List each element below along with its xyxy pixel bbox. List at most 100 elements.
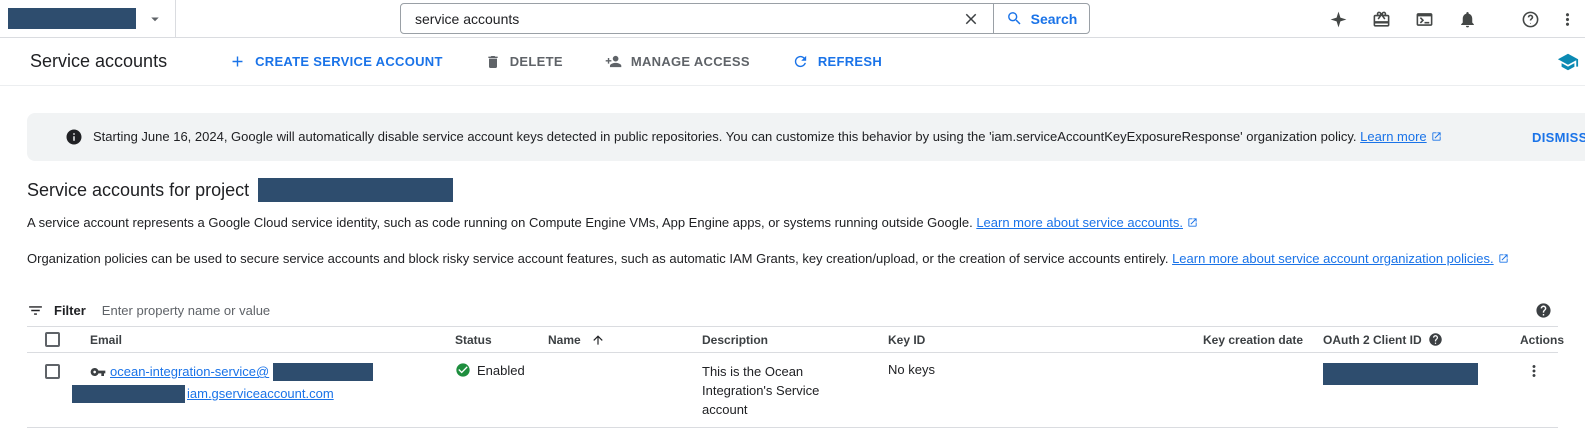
trash-icon [485, 54, 501, 70]
project-name-redacted [8, 8, 136, 29]
create-service-account-label: CREATE SERVICE ACCOUNT [255, 54, 443, 69]
table-row: ocean-integration-service@ iam.gservicea… [27, 353, 1558, 428]
dismiss-button[interactable]: DISMISS [1532, 130, 1585, 145]
banner-learn-more-link[interactable]: Learn more [1360, 129, 1426, 144]
name-cell [548, 361, 702, 362]
info-banner: Starting June 16, 2024, Google will auto… [27, 113, 1585, 161]
select-all-checkbox[interactable] [45, 332, 60, 347]
chevron-down-icon [146, 10, 164, 28]
refresh-label: REFRESH [818, 54, 882, 69]
external-link-icon [1431, 130, 1442, 145]
top-app-bar: Search [0, 0, 1585, 38]
school-icon [1557, 51, 1579, 73]
help-icon [1521, 10, 1540, 29]
key-creation-date-cell [1203, 361, 1323, 362]
external-link-icon [1187, 216, 1198, 232]
oauth2-help-icon[interactable] [1428, 332, 1443, 347]
delete-label: DELETE [510, 54, 563, 69]
description-text: This is the Ocean Integration's Service … [702, 362, 834, 419]
refresh-button[interactable]: REFRESH [792, 53, 882, 70]
cloud-shell-button[interactable] [1415, 10, 1434, 29]
email-domain-redacted [273, 363, 373, 381]
project-id-redacted [258, 178, 453, 202]
search-input[interactable] [401, 4, 949, 33]
free-trial-button[interactable] [1372, 10, 1391, 29]
column-header-status[interactable]: Status [455, 333, 548, 347]
column-header-name-label: Name [548, 333, 581, 347]
search-button-label: Search [1031, 11, 1078, 27]
row-checkbox[interactable] [45, 364, 60, 379]
manage-access-button[interactable]: MANAGE ACCESS [605, 53, 750, 70]
person-add-icon [605, 53, 622, 70]
gemini-button[interactable] [1329, 10, 1348, 29]
intro-text: A service account represents a Google Cl… [27, 215, 973, 230]
learn-more-service-accounts-link[interactable]: Learn more about service accounts. [976, 215, 1183, 230]
info-icon [65, 128, 83, 146]
oauth2-client-id-cell [1323, 361, 1513, 388]
column-header-key-id[interactable]: Key ID [888, 333, 1203, 347]
header-checkbox-cell [27, 332, 90, 347]
service-account-domain-link[interactable]: iam.gserviceaccount.com [187, 384, 334, 404]
description-cell: This is the Ocean Integration's Service … [702, 361, 888, 419]
close-icon [962, 10, 980, 28]
column-header-oauth2-client-id[interactable]: OAuth 2 Client ID [1323, 332, 1513, 347]
column-header-name[interactable]: Name [548, 333, 702, 347]
key-icon [90, 364, 106, 380]
page-title: Service accounts [30, 51, 167, 72]
external-link-icon [1498, 252, 1509, 268]
more-vert-icon [1558, 10, 1577, 29]
key-id-cell: No keys [888, 361, 1203, 377]
column-header-actions: Actions [1513, 333, 1558, 347]
section-heading-text: Service accounts for project [27, 180, 249, 201]
create-service-account-button[interactable]: CREATE SERVICE ACCOUNT [229, 53, 443, 70]
filter-bar: Filter [27, 295, 1558, 327]
more-options-button[interactable] [1558, 10, 1577, 29]
project-selector[interactable] [0, 0, 176, 38]
row-checkbox-cell [27, 361, 90, 382]
column-header-email[interactable]: Email [90, 333, 455, 347]
column-header-key-creation-date[interactable]: Key creation date [1203, 333, 1323, 347]
column-header-oauth2-label: OAuth 2 Client ID [1323, 333, 1422, 347]
topbar-icon-group [1329, 0, 1577, 38]
search-icon [1006, 10, 1023, 27]
sparkle-icon [1329, 10, 1348, 29]
status-text: Enabled [477, 363, 525, 378]
learn-more-org-policies-link[interactable]: Learn more about service account organiz… [1172, 251, 1494, 266]
email-line-1: ocean-integration-service@ [90, 362, 455, 382]
section-heading: Service accounts for project [27, 178, 1585, 202]
oauth2-client-id-redacted [1323, 363, 1478, 385]
clear-search-button[interactable] [949, 4, 993, 33]
filter-label: Filter [54, 303, 86, 318]
delete-button[interactable]: DELETE [485, 54, 563, 70]
policies-text: Organization policies can be used to sec… [27, 251, 1168, 266]
email-project-redacted [72, 385, 185, 403]
column-header-description[interactable]: Description [702, 333, 888, 347]
banner-message-text: Starting June 16, 2024, Google will auto… [93, 129, 1357, 144]
gift-icon [1372, 10, 1391, 29]
plus-icon [229, 53, 246, 70]
actions-cell [1513, 361, 1558, 380]
intro-paragraph: A service account represents a Google Cl… [27, 215, 1585, 232]
status-cell: Enabled [455, 361, 548, 378]
email-line-2: iam.gserviceaccount.com [72, 384, 455, 404]
search-box: Search [400, 3, 1090, 34]
table-header-row: Email Status Name Description Key ID Key… [27, 327, 1558, 353]
terminal-icon [1415, 10, 1434, 29]
more-vert-icon [1525, 362, 1543, 380]
service-account-email-link[interactable]: ocean-integration-service@ [110, 362, 269, 382]
search-button[interactable]: Search [993, 4, 1089, 33]
bell-icon [1458, 10, 1477, 29]
manage-access-label: MANAGE ACCESS [631, 54, 750, 69]
learn-panel-button[interactable] [1557, 51, 1579, 73]
sort-ascending-icon [591, 333, 605, 347]
email-cell: ocean-integration-service@ iam.gservicea… [90, 361, 455, 404]
filter-input[interactable] [102, 303, 1002, 318]
refresh-icon [792, 53, 809, 70]
notifications-button[interactable] [1458, 10, 1477, 29]
check-circle-icon [455, 362, 471, 378]
row-actions-button[interactable] [1525, 362, 1543, 380]
help-button[interactable] [1521, 10, 1540, 29]
policies-paragraph: Organization policies can be used to sec… [27, 251, 1585, 268]
page-toolbar: Service accounts CREATE SERVICE ACCOUNT … [0, 38, 1585, 86]
filter-help-icon[interactable] [1535, 302, 1552, 319]
